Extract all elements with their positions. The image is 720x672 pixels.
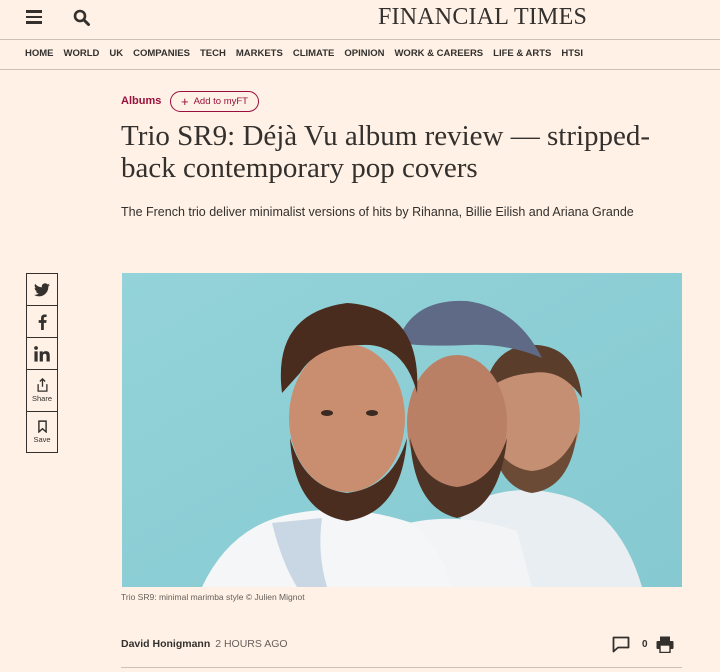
band-photo	[122, 273, 682, 587]
ft-logo[interactable]: FINANCIAL TIMES	[378, 4, 587, 31]
byline: David Honigmann 2 HOURS AGO	[121, 638, 288, 650]
nav-item-home[interactable]: HOME	[25, 48, 54, 59]
save-label: Save	[33, 435, 51, 444]
publish-time: 2 HOURS AGO	[215, 638, 288, 650]
image-caption: Trio SR9: minimal marimba style © Julien…	[121, 592, 305, 602]
share-button[interactable]: Share	[26, 369, 58, 411]
byline-divider	[121, 667, 682, 668]
facebook-share-button[interactable]	[26, 305, 58, 337]
nav-item-companies[interactable]: COMPANIES	[133, 48, 190, 59]
nav-item-htsi[interactable]: HTSI	[561, 48, 583, 59]
share-label: Share	[31, 394, 52, 403]
linkedin-icon	[34, 345, 50, 362]
share-toolbar: Share Save	[26, 273, 58, 453]
save-button[interactable]: Save	[26, 411, 58, 453]
add-to-myft-button[interactable]: + Add to myFT	[170, 91, 259, 112]
nav-item-life-arts[interactable]: LIFE & ARTS	[493, 48, 551, 59]
print-icon[interactable]	[656, 636, 674, 653]
comments-button[interactable]: 0	[612, 636, 648, 653]
topic-link[interactable]: Albums	[121, 95, 161, 107]
article-main-image	[122, 273, 682, 587]
nav-item-work-careers[interactable]: WORK & CAREERS	[394, 48, 483, 59]
plus-icon: +	[181, 94, 189, 109]
search-icon[interactable]	[73, 9, 91, 27]
article-standfirst: The French trio deliver minimalist versi…	[121, 205, 634, 219]
twitter-icon	[34, 282, 50, 296]
bookmark-icon	[37, 420, 47, 433]
share-icon	[36, 378, 48, 392]
twitter-share-button[interactable]	[26, 273, 58, 305]
nav-item-opinion[interactable]: OPINION	[344, 48, 384, 59]
comment-count: 0	[642, 639, 648, 650]
main-nav: HOME WORLD UK COMPANIES TECH MARKETS CLI…	[0, 40, 720, 70]
article-headline: Trio SR9: Déjà Vu album review — strippe…	[121, 120, 651, 184]
menu-icon[interactable]	[26, 10, 42, 24]
facebook-icon	[38, 313, 47, 330]
linkedin-share-button[interactable]	[26, 337, 58, 369]
add-to-myft-label: Add to myFT	[193, 96, 248, 107]
author-link[interactable]: David Honigmann	[121, 638, 210, 650]
nav-item-tech[interactable]: TECH	[200, 48, 226, 59]
nav-item-world[interactable]: WORLD	[64, 48, 100, 59]
nav-item-markets[interactable]: MARKETS	[236, 48, 283, 59]
nav-item-uk[interactable]: UK	[109, 48, 123, 59]
comment-icon	[612, 636, 630, 653]
nav-item-climate[interactable]: CLIMATE	[293, 48, 335, 59]
top-bar: FINANCIAL TIMES	[0, 0, 720, 40]
